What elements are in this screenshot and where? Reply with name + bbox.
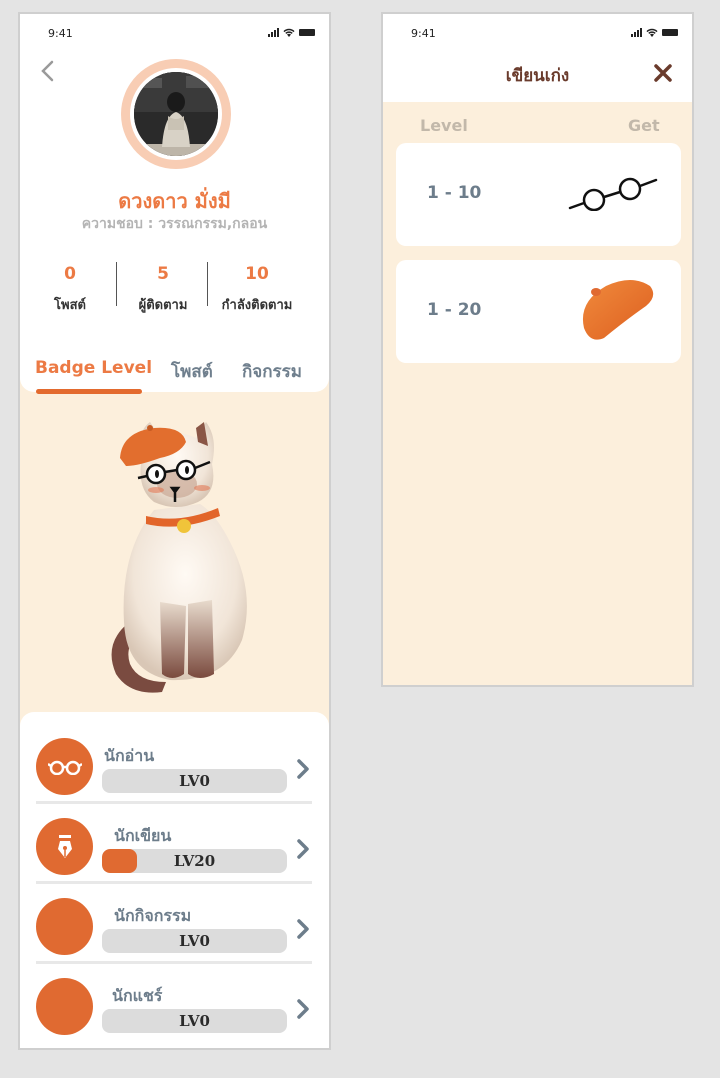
status-icons — [631, 28, 678, 37]
badge-icon-circle — [36, 738, 93, 795]
stat-followers[interactable]: 5 ผู้ติดตาม — [124, 264, 202, 315]
stat-posts-value: 0 — [64, 264, 76, 284]
tab-badge-level[interactable]: Badge Level — [35, 358, 152, 378]
battery-icon — [299, 29, 315, 36]
cat-illustration — [20, 392, 329, 712]
chevron-right-icon[interactable] — [296, 918, 310, 940]
badge-item-activist[interactable]: นักกิจกรรม LV0 — [20, 884, 329, 964]
user-hobby: ความชอบ : วรรณกรรม,กลอน — [81, 216, 268, 232]
level-row[interactable]: 1 - 20 — [396, 260, 681, 363]
avatar[interactable] — [121, 59, 231, 169]
badge-level-text: LV0 — [179, 1012, 210, 1030]
badge-progress-bar: LV0 — [102, 929, 287, 953]
badge-progress-bar: LV0 — [102, 769, 287, 793]
badge-label: นักเขียน — [114, 826, 172, 845]
badge-item-reader[interactable]: นักอ่าน LV0 — [20, 724, 329, 804]
level-detail-screen: 9:41 เขียนเก่ง Level Get 1 - 10 1 - 20 — [381, 12, 694, 687]
tab-posts[interactable]: โพสต์ — [171, 358, 213, 385]
status-icons — [268, 28, 315, 37]
column-header-get: Get — [628, 116, 660, 135]
level-range: 1 - 20 — [427, 300, 482, 320]
stat-following[interactable]: 10 กำลังติดตาม — [212, 264, 302, 315]
badge-level-text: LV0 — [179, 772, 210, 790]
badge-label: นักอ่าน — [104, 746, 155, 765]
badge-item-writer[interactable]: นักเขียน LV20 — [20, 804, 329, 884]
badge-list: นักอ่าน LV0 นักเขียน LV20 นักกิจกรรม LV0… — [20, 712, 329, 1048]
badge-level-text: LV20 — [173, 852, 216, 870]
badge-level-text: LV0 — [179, 932, 210, 950]
close-icon[interactable] — [654, 64, 672, 82]
level-row[interactable]: 1 - 10 — [396, 143, 681, 246]
badge-label: นักแชร์ — [112, 986, 163, 1005]
profile-header: 9:41 ดวงดาว มั่งมี ความชอบ: วรรณกรรม,กล… — [20, 14, 329, 394]
wifi-icon — [646, 28, 658, 37]
glasses-icon — [47, 760, 82, 775]
back-chevron-icon[interactable] — [38, 59, 58, 83]
level-range: 1 - 10 — [427, 183, 482, 203]
badge-progress-bar: LV0 — [102, 1009, 287, 1033]
stat-divider — [116, 262, 117, 306]
stat-following-label: กำลังติดตาม — [221, 298, 293, 313]
avatar-photo — [134, 72, 218, 156]
badge-label: นักกิจกรรม — [114, 906, 192, 925]
stat-posts-label: โพสต์ — [54, 298, 86, 313]
chevron-right-icon[interactable] — [296, 758, 310, 780]
badge-progress-bar: LV20 — [102, 849, 287, 873]
stat-following-value: 10 — [245, 264, 269, 284]
chevron-right-icon[interactable] — [296, 998, 310, 1020]
stat-followers-value: 5 — [157, 264, 169, 284]
glasses-icon — [568, 177, 658, 211]
beret-icon — [582, 280, 654, 340]
status-time: 9:41 — [48, 27, 73, 40]
stat-posts[interactable]: 0 โพสต์ — [40, 264, 100, 315]
signal-icon — [631, 28, 642, 37]
status-bar: 9:41 — [20, 14, 329, 54]
wifi-icon — [283, 28, 295, 37]
badge-item-sharer[interactable]: นักแชร์ LV0 — [20, 964, 329, 1044]
stat-divider — [207, 262, 208, 306]
signal-icon — [268, 28, 279, 37]
profile-screen: 9:41 ดวงดาว มั่งมี ความชอบ: วรรณกรรม,กล… — [18, 12, 331, 1050]
pen-nib-icon — [57, 834, 72, 858]
status-time: 9:41 — [411, 27, 436, 40]
badge-icon-circle — [36, 898, 93, 955]
page-title: เขียนเก่ง — [505, 66, 570, 86]
badge-icon-circle — [36, 978, 93, 1035]
status-bar: 9:41 — [383, 14, 692, 54]
badge-icon-circle — [36, 818, 93, 875]
level-header: 9:41 เขียนเก่ง — [383, 14, 692, 102]
chevron-right-icon[interactable] — [296, 838, 310, 860]
column-header-level: Level — [420, 116, 468, 135]
stat-followers-label: ผู้ติดตาม — [138, 298, 188, 313]
battery-icon — [662, 29, 678, 36]
tab-activities[interactable]: กิจกรรม — [242, 358, 302, 385]
